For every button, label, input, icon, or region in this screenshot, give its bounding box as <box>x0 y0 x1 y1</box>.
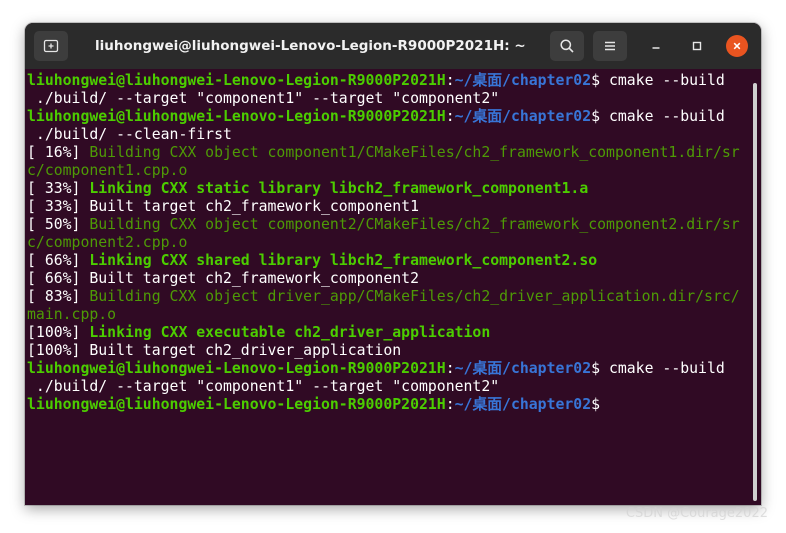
progress-percent: [100%] <box>27 324 90 341</box>
new-tab-icon <box>43 39 59 53</box>
terminal-line: liuhongwei@liuhongwei-Lenovo-Legion-R900… <box>27 108 761 126</box>
output-text: main.cpp.o <box>27 306 117 323</box>
output-text: Built target ch2_framework_component2 <box>89 270 419 287</box>
output-text: Building CXX object component2/CMakeFile… <box>89 216 740 233</box>
prompt-colon: : <box>445 108 455 125</box>
progress-percent: [ 66%] <box>27 252 90 269</box>
title-bar[interactable]: liuhongwei@liuhongwei-Lenovo-Legion-R900… <box>25 23 761 69</box>
terminal-line: main.cpp.o <box>27 306 761 324</box>
terminal-line: c/component1.cpp.o <box>27 162 761 180</box>
progress-percent: [ 66%] <box>27 270 90 287</box>
output-text: ./build/ --target "component1" --target … <box>27 378 500 395</box>
output-text: c/component1.cpp.o <box>27 162 188 179</box>
terminal-window: liuhongwei@liuhongwei-Lenovo-Legion-R900… <box>25 23 761 505</box>
close-button[interactable] <box>726 35 748 57</box>
terminal-line: [ 66%] Linking CXX shared library libch2… <box>27 252 761 270</box>
prompt-dollar: $ <box>591 108 601 125</box>
output-text: Linking CXX static library libch2_framew… <box>89 180 589 197</box>
prompt-dollar: $ <box>591 396 601 413</box>
output-text: Building CXX object component1/CMakeFile… <box>89 144 740 161</box>
search-icon <box>560 39 574 53</box>
prompt-user: liuhongwei@liuhongwei-Lenovo-Legion-R900… <box>27 108 446 125</box>
output-text: Built target ch2_framework_component1 <box>89 198 419 215</box>
output-text: Linking CXX shared library libch2_framew… <box>89 252 598 269</box>
progress-percent: [ 16%] <box>27 144 90 161</box>
watermark: CSDN @Courage2022 <box>625 506 768 521</box>
prompt-path: ~/桌面/chapter02 <box>454 72 592 89</box>
terminal-line: [ 33%] Linking CXX static library libch2… <box>27 180 761 198</box>
output-text: Linking CXX executable ch2_driver_applic… <box>89 324 491 341</box>
prompt-user: liuhongwei@liuhongwei-Lenovo-Legion-R900… <box>27 396 446 413</box>
minimize-button[interactable] <box>645 35 667 57</box>
terminal-line: [ 66%] Built target ch2_framework_compon… <box>27 270 761 288</box>
terminal-line: liuhongwei@liuhongwei-Lenovo-Legion-R900… <box>27 396 761 414</box>
output-text: Building CXX object driver_app/CMakeFile… <box>89 288 740 305</box>
prompt-user: liuhongwei@liuhongwei-Lenovo-Legion-R900… <box>27 72 446 89</box>
prompt-path: ~/桌面/chapter02 <box>454 108 592 125</box>
command-text: cmake --build <box>600 360 725 377</box>
output-text: ./build/ --clean-first <box>27 126 232 143</box>
prompt-colon: : <box>445 396 455 413</box>
prompt-dollar: $ <box>591 72 601 89</box>
output-text: ./build/ --target "component1" --target … <box>27 90 500 107</box>
prompt-colon: : <box>445 360 455 377</box>
command-text: cmake --build <box>600 108 725 125</box>
prompt-user: liuhongwei@liuhongwei-Lenovo-Legion-R900… <box>27 360 446 377</box>
hamburger-menu-icon <box>605 41 615 51</box>
prompt-dollar: $ <box>591 360 601 377</box>
close-icon <box>733 42 741 50</box>
terminal-line: liuhongwei@liuhongwei-Lenovo-Legion-R900… <box>27 72 761 90</box>
prompt-path: ~/桌面/chapter02 <box>454 360 592 377</box>
maximize-button[interactable] <box>686 35 708 57</box>
maximize-icon <box>692 41 702 51</box>
progress-percent: [ 33%] <box>27 180 90 197</box>
terminal-line: liuhongwei@liuhongwei-Lenovo-Legion-R900… <box>27 360 761 378</box>
search-button[interactable] <box>550 31 584 61</box>
output-text: Built target ch2_driver_application <box>89 342 402 359</box>
prompt-path: ~/桌面/chapter02 <box>454 396 592 413</box>
terminal-line: ./build/ --target "component1" --target … <box>27 90 761 108</box>
minimize-icon <box>652 47 660 49</box>
terminal-line: [ 50%] Building CXX object component2/CM… <box>27 216 761 234</box>
scrollbar[interactable] <box>753 83 757 501</box>
command-text: cmake --build <box>600 72 725 89</box>
progress-percent: [ 50%] <box>27 216 90 233</box>
new-tab-button[interactable] <box>34 31 68 61</box>
output-text: c/component2.cpp.o <box>27 234 188 251</box>
terminal-line: [100%] Built target ch2_driver_applicati… <box>27 342 761 360</box>
terminal-line: [ 83%] Building CXX object driver_app/CM… <box>27 288 761 306</box>
progress-percent: [100%] <box>27 342 90 359</box>
terminal-line: [100%] Linking CXX executable ch2_driver… <box>27 324 761 342</box>
progress-percent: [ 33%] <box>27 198 90 215</box>
terminal-line: [ 33%] Built target ch2_framework_compon… <box>27 198 761 216</box>
progress-percent: [ 83%] <box>27 288 90 305</box>
window-title: liuhongwei@liuhongwei-Lenovo-Legion-R900… <box>95 38 525 54</box>
prompt-colon: : <box>445 72 455 89</box>
menu-button[interactable] <box>593 31 627 61</box>
terminal-line: [ 16%] Building CXX object component1/CM… <box>27 144 761 162</box>
terminal-line: c/component2.cpp.o <box>27 234 761 252</box>
terminal-line: ./build/ --clean-first <box>27 126 761 144</box>
terminal-output[interactable]: liuhongwei@liuhongwei-Lenovo-Legion-R900… <box>25 69 761 505</box>
terminal-line: ./build/ --target "component1" --target … <box>27 378 761 396</box>
